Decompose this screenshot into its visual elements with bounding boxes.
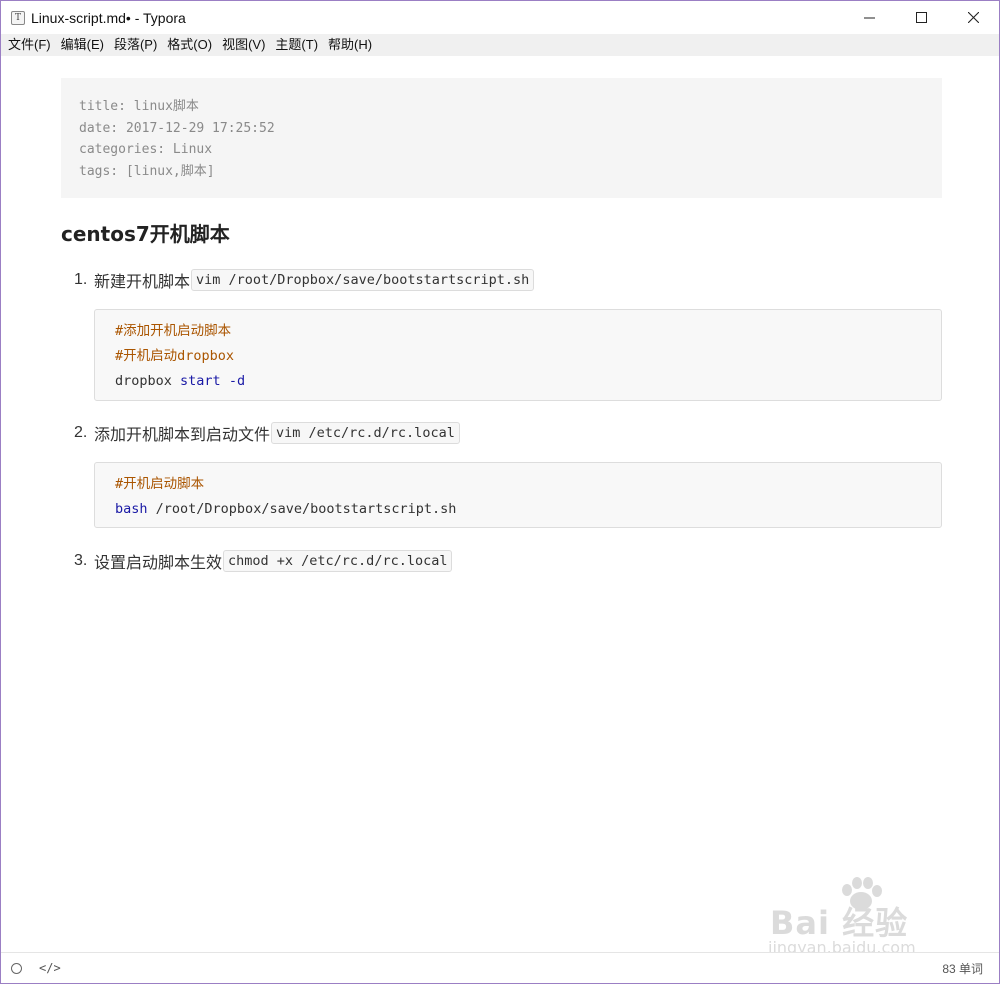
close-icon: [967, 12, 979, 23]
list-item: 2. 添加开机脚本到启动文件 vim /etc/rc.d/rc.local: [74, 421, 460, 445]
menu-bar: 文件(F) 编辑(E) 段落(P) 格式(O) 视图(V) 主题(T) 帮助(H…: [1, 34, 999, 56]
minimize-icon: [863, 17, 875, 19]
list-item-text: 设置启动脚本生效: [94, 555, 223, 572]
list-item-text: 新建开机脚本: [94, 274, 191, 291]
code-command: dropbox: [115, 373, 172, 389]
yaml-front-matter[interactable]: title: linux脚本 date: 2017-12-29 17:25:52…: [61, 78, 942, 198]
outline-toggle-icon[interactable]: [11, 962, 22, 974]
menu-format[interactable]: 格式(O): [162, 34, 217, 56]
code-comment: #开机启动dropbox: [115, 348, 235, 364]
source-code-toggle-icon[interactable]: </>: [39, 961, 61, 975]
menu-help[interactable]: 帮助(H): [323, 34, 377, 56]
code-keyword: start: [180, 373, 221, 389]
inline-code: chmod +x /etc/rc.d/rc.local: [223, 550, 453, 572]
code-block[interactable]: #开机启动脚本 bash /root/Dropbox/save/bootstar…: [94, 462, 942, 528]
maximize-button[interactable]: [895, 1, 947, 34]
front-matter-date: date: 2017-12-29 17:25:52: [79, 120, 275, 136]
code-flag: -d: [228, 373, 246, 389]
menu-edit[interactable]: 编辑(E): [56, 34, 109, 56]
list-number: 3.: [74, 552, 88, 569]
title-bar[interactable]: T Linux-script.md• - Typora: [1, 1, 999, 34]
menu-theme[interactable]: 主题(T): [270, 34, 323, 56]
list-item: 1. 新建开机脚本 vim /root/Dropbox/save/bootsta…: [74, 268, 535, 292]
section-heading: centos7开机脚本: [61, 222, 230, 246]
close-button[interactable]: [947, 1, 999, 34]
front-matter-tags: tags: [linux,脚本]: [79, 163, 215, 179]
list-item: 3. 设置启动脚本生效 chmod +x /etc/rc.d/rc.local: [74, 549, 453, 573]
list-number: 2.: [74, 424, 88, 441]
front-matter-title: title: linux脚本: [79, 99, 199, 114]
front-matter-categories: categories: Linux: [79, 142, 213, 157]
list-item-text: 添加开机脚本到启动文件: [94, 427, 271, 444]
inline-code: vim /etc/rc.d/rc.local: [271, 422, 460, 444]
word-count[interactable]: 83 单词: [942, 960, 983, 977]
code-path: /root/Dropbox/save/bootstartscript.sh: [155, 501, 457, 517]
editor-area[interactable]: title: linux脚本 date: 2017-12-29 17:25:52…: [1, 56, 999, 952]
list-number: 1.: [74, 271, 88, 288]
menu-view[interactable]: 视图(V): [217, 34, 270, 56]
code-line: bash /root/Dropbox/save/bootstartscript.…: [115, 497, 921, 522]
menu-paragraph[interactable]: 段落(P): [109, 34, 162, 56]
code-block[interactable]: #添加开机启动脚本 #开机启动dropbox dropbox start -d: [94, 309, 942, 401]
minimize-button[interactable]: [843, 1, 895, 34]
menu-file[interactable]: 文件(F): [3, 34, 56, 56]
inline-code: vim /root/Dropbox/save/bootstartscript.s…: [191, 269, 535, 291]
typora-window: T Linux-script.md• - Typora 文件(F) 编辑(E) …: [0, 0, 1000, 984]
code-comment: #添加开机启动脚本: [115, 323, 232, 339]
code-keyword: bash: [115, 501, 148, 517]
maximize-icon: [915, 12, 927, 23]
code-comment: #开机启动脚本: [115, 476, 205, 492]
typora-app-icon: T: [11, 10, 25, 25]
code-line: dropbox start -d: [115, 369, 921, 394]
status-bar: </> 83 单词: [1, 952, 999, 983]
window-title: Linux-script.md• - Typora: [31, 9, 186, 26]
